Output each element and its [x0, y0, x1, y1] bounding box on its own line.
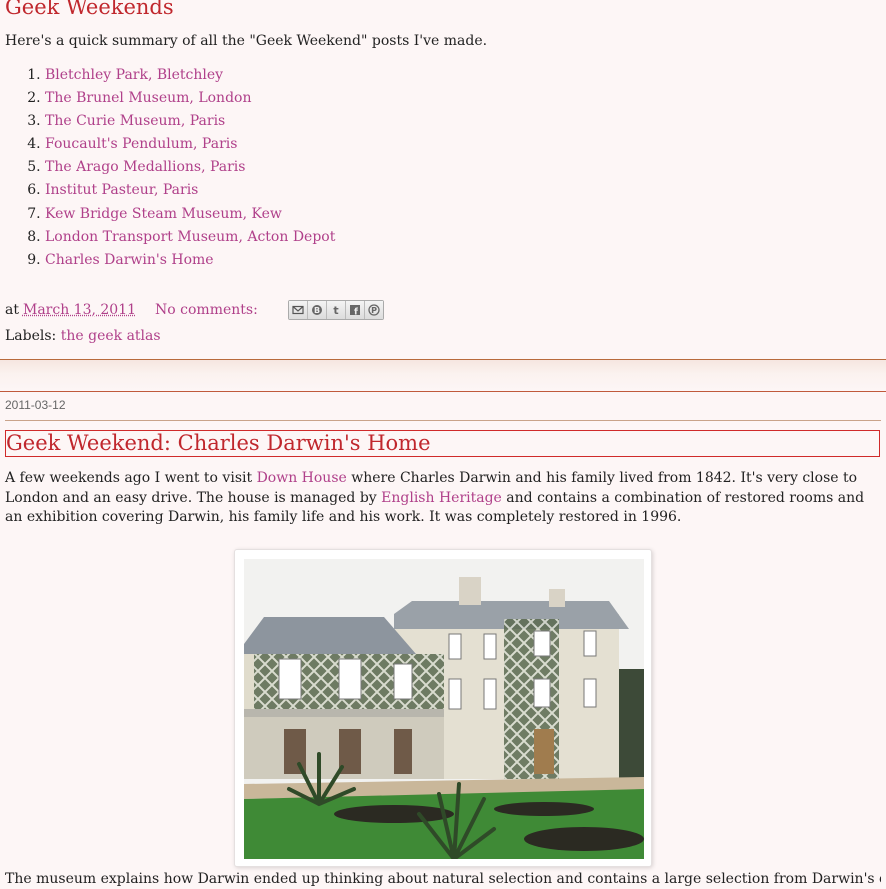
- list-item: The Curie Museum, Paris: [45, 112, 335, 135]
- list-item-link[interactable]: Kew Bridge Steam Museum, Kew: [45, 206, 282, 222]
- list-item: Institut Pasteur, Paris: [45, 181, 335, 204]
- post-body: The museum explains how Darwin ended up …: [5, 871, 881, 887]
- geek-weekend-list: Bletchley Park, Bletchley The Brunel Mus…: [0, 66, 335, 274]
- list-item-link[interactable]: The Brunel Museum, London: [45, 90, 251, 106]
- post-title[interactable]: Geek Weekend: Charles Darwin's Home: [5, 430, 880, 457]
- list-item: Kew Bridge Steam Museum, Kew: [45, 205, 335, 228]
- list-item: Charles Darwin's Home: [45, 251, 335, 274]
- list-item-link[interactable]: Bletchley Park, Bletchley: [45, 67, 223, 83]
- post-date-link[interactable]: March 13, 2011: [23, 302, 136, 318]
- post-title[interactable]: Geek Weekends: [5, 0, 174, 19]
- list-item-link[interactable]: The Arago Medallions, Paris: [45, 159, 245, 175]
- list-item-link[interactable]: Charles Darwin's Home: [45, 252, 214, 268]
- facebook-icon[interactable]: f: [345, 301, 365, 319]
- post-image[interactable]: [234, 549, 652, 867]
- list-item-link[interactable]: London Transport Museum, Acton Depot: [45, 229, 335, 245]
- pinterest-icon[interactable]: P: [364, 301, 383, 319]
- email-icon[interactable]: [288, 301, 308, 319]
- post-separator: [0, 359, 886, 392]
- svg-text:B: B: [314, 306, 320, 315]
- post-labels: Labels: the geek atlas: [5, 328, 161, 344]
- english-heritage-link[interactable]: English Heritage: [381, 490, 502, 506]
- list-item-link[interactable]: The Curie Museum, Paris: [45, 113, 225, 129]
- list-item: Bletchley Park, Bletchley: [45, 66, 335, 89]
- list-item-link[interactable]: Foucault's Pendulum, Paris: [45, 136, 237, 152]
- list-item-link[interactable]: Institut Pasteur, Paris: [45, 182, 198, 198]
- down-house-link[interactable]: Down House: [257, 470, 347, 486]
- twitter-icon[interactable]: t: [326, 301, 346, 319]
- down-house-photo: [244, 559, 644, 859]
- label-link[interactable]: the geek atlas: [61, 328, 161, 344]
- post-body: A few weekends ago I went to visit Down …: [5, 469, 881, 528]
- blogger-icon[interactable]: B: [307, 301, 327, 319]
- post-intro: Here's a quick summary of all the "Geek …: [5, 33, 488, 49]
- body-text: A few weekends ago I went to visit: [5, 470, 257, 486]
- labels-prefix: Labels:: [5, 328, 57, 344]
- comments-link[interactable]: No comments:: [155, 302, 258, 318]
- posted-at-label: at: [5, 302, 19, 318]
- list-item: Foucault's Pendulum, Paris: [45, 135, 335, 158]
- share-buttons: B t f P: [287, 300, 384, 320]
- svg-text:f: f: [354, 308, 358, 317]
- list-item: The Arago Medallions, Paris: [45, 158, 335, 181]
- svg-text:P: P: [371, 306, 377, 315]
- svg-text:t: t: [333, 304, 338, 316]
- date-header: 2011-03-12: [5, 398, 66, 412]
- divider: [5, 420, 881, 421]
- list-item: The Brunel Museum, London: [45, 89, 335, 112]
- post-footer: at March 13, 2011 No comments: B t f P: [5, 300, 384, 320]
- list-item: London Transport Museum, Acton Depot: [45, 228, 335, 251]
